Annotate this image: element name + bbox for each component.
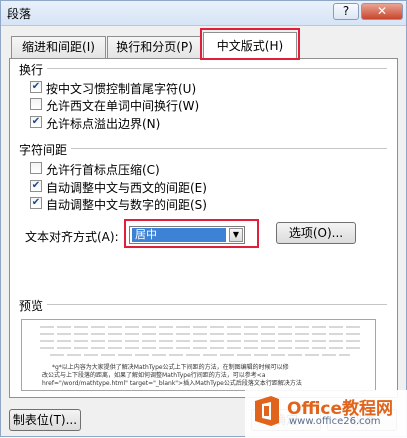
dropdown-highlight-box — [124, 219, 259, 248]
paragraph-dialog: 段落 ? ✕ 缩进和间距(I) 换行和分页(P) 中文版式(H) 换行 ✔ 按中… — [0, 0, 407, 438]
help-button[interactable]: ? — [333, 3, 359, 20]
tabs-button[interactable]: 制表位(T)... — [9, 409, 81, 431]
checkbox-compress-punctuation[interactable] — [30, 162, 42, 174]
checkbox-asian-latin-spacing[interactable]: ✔ — [30, 180, 42, 192]
preview-placeholder-line — [40, 347, 360, 349]
char-spacing-divider — [71, 148, 387, 149]
alignment-label: 文本对齐方式(A): — [25, 230, 119, 244]
label-asian-latin-spacing: 自动调整中文与西文的间距(E) — [46, 181, 207, 195]
label-western-word-wrap: 允许西文在单词中间换行(W) — [46, 99, 200, 113]
preview-box: *g*以上内容为大家提供了解决MathType公式上下间距的方法，在制图编辑的时… — [21, 319, 376, 391]
label-control-first-last-chars: 按中文习惯控制首尾字符(U) — [46, 82, 197, 96]
preview-placeholder-line — [40, 340, 360, 342]
line-break-divider — [47, 68, 387, 69]
checkbox-control-first-last-chars[interactable]: ✔ — [30, 81, 42, 93]
preview-placeholder-line — [40, 333, 360, 335]
tab-indent-spacing[interactable]: 缩进和间距(I) — [11, 36, 106, 58]
preview-text-line: href="/word/mathtype.html" target="_blan… — [42, 380, 302, 387]
preview-placeholder-line — [50, 354, 350, 356]
label-compress-punctuation: 允许行首标点压缩(C) — [46, 163, 160, 177]
label-asian-number-spacing: 自动调整中文与数字的间距(S) — [46, 198, 207, 212]
tab-highlight-box — [200, 28, 300, 60]
watermark: Office教程网 www.office26.com — [245, 390, 407, 438]
preview-placeholder-line — [40, 326, 360, 328]
preview-text-line: 改公式与上下段落的距离，如果了解如何调整MathType行间距的方法，可以参考<… — [42, 372, 266, 379]
label-hanging-punctuation: 允许标点溢出边界(N) — [46, 117, 161, 131]
tab-line-page-breaks[interactable]: 换行和分页(P) — [107, 36, 202, 58]
preview-text-line: *g*以上内容为大家提供了解决MathType公式上下间距的方法，在制图编辑的时… — [52, 364, 289, 371]
checkbox-western-word-wrap[interactable] — [30, 98, 42, 110]
preview-title: 预览 — [19, 299, 44, 313]
office-logo-icon — [255, 396, 279, 426]
checkbox-asian-number-spacing[interactable]: ✔ — [30, 197, 42, 209]
window-title: 段落 — [7, 7, 32, 21]
line-break-title: 换行 — [19, 63, 44, 77]
checkbox-hanging-punctuation[interactable]: ✔ — [30, 116, 42, 128]
preview-divider — [47, 304, 387, 305]
title-bar[interactable]: 段落 ? ✕ — [1, 1, 406, 26]
close-button[interactable]: ✕ — [361, 3, 403, 20]
watermark-url: www.office26.com — [289, 416, 381, 427]
char-spacing-title: 字符间距 — [19, 143, 68, 157]
options-button[interactable]: 选项(O)... — [276, 222, 356, 244]
